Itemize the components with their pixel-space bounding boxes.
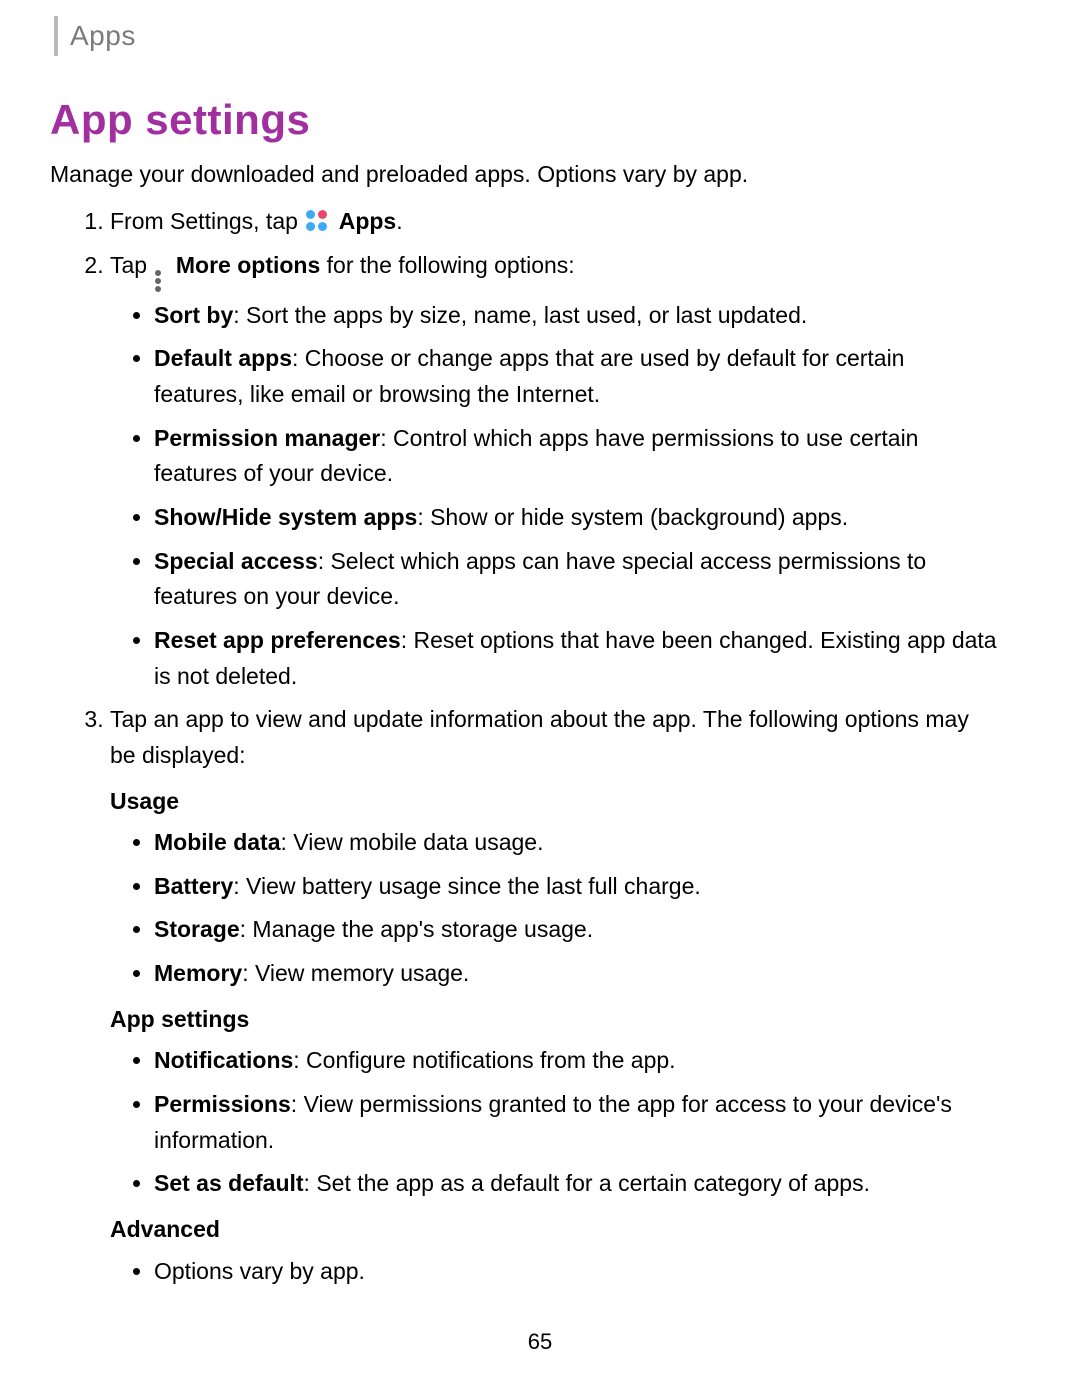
option-sort-by-title: Sort by (154, 302, 233, 328)
section-header-text: Apps (70, 20, 136, 52)
option-show-hide-title: Show/Hide system apps (154, 504, 417, 530)
usage-storage-title: Storage (154, 916, 240, 942)
step-2: Tap More options for the following optio… (110, 248, 1000, 694)
usage-battery-title: Battery (154, 873, 233, 899)
advanced-list: Options vary by app. (110, 1254, 1000, 1290)
step-1: From Settings, tap Apps. (110, 204, 1000, 240)
appset-permissions-title: Permissions (154, 1091, 291, 1117)
app-settings-heading: App settings (110, 1002, 1000, 1038)
appset-permissions: Permissions: View permissions granted to… (154, 1087, 1000, 1158)
advanced-item-text: Options vary by app. (154, 1258, 365, 1284)
step-3: Tap an app to view and update informatio… (110, 702, 1000, 1289)
intro-text: Manage your downloaded and preloaded app… (50, 158, 1000, 190)
appset-set-default: Set as default: Set the app as a default… (154, 1166, 1000, 1202)
step-3-text: Tap an app to view and update informatio… (110, 706, 969, 768)
option-show-hide: Show/Hide system apps: Show or hide syst… (154, 500, 1000, 536)
option-show-hide-desc: : Show or hide system (background) apps. (417, 504, 848, 530)
option-default-apps-title: Default apps (154, 345, 292, 371)
usage-mobile-data: Mobile data: View mobile data usage. (154, 825, 1000, 861)
option-reset-prefs: Reset app preferences: Reset options tha… (154, 623, 1000, 694)
usage-heading: Usage (110, 784, 1000, 820)
option-default-apps: Default apps: Choose or change apps that… (154, 341, 1000, 412)
advanced-item: Options vary by app. (154, 1254, 1000, 1290)
option-reset-prefs-title: Reset app preferences (154, 627, 401, 653)
appset-notifications: Notifications: Configure notifications f… (154, 1043, 1000, 1079)
usage-storage-desc: : Manage the app's storage usage. (240, 916, 593, 942)
page-number: 65 (0, 1329, 1080, 1355)
usage-battery-desc: : View battery usage since the last full… (233, 873, 701, 899)
step-2-tail: for the following options: (320, 252, 574, 278)
appset-set-default-desc: : Set the app as a default for a certain… (304, 1170, 870, 1196)
usage-memory: Memory: View memory usage. (154, 956, 1000, 992)
usage-battery: Battery: View battery usage since the la… (154, 869, 1000, 905)
usage-mobile-data-desc: : View mobile data usage. (281, 829, 544, 855)
option-special-access-title: Special access (154, 548, 318, 574)
step-2-pre: Tap (110, 252, 147, 278)
more-options-icon (155, 270, 163, 292)
usage-memory-title: Memory (154, 960, 242, 986)
option-special-access: Special access: Select which apps can ha… (154, 544, 1000, 615)
option-permission-manager-title: Permission manager (154, 425, 380, 451)
step-2-more-label: More options (176, 252, 320, 278)
step-1-pre: From Settings, tap (110, 208, 298, 234)
apps-grid-icon (306, 210, 328, 232)
advanced-heading: Advanced (110, 1212, 1000, 1248)
steps-list: From Settings, tap Apps. Tap More option… (50, 204, 1000, 1289)
usage-memory-desc: : View memory usage. (242, 960, 469, 986)
step-1-tail: . (396, 208, 402, 234)
manual-page: Apps App settings Manage your downloaded… (0, 0, 1080, 1397)
usage-mobile-data-title: Mobile data (154, 829, 281, 855)
appset-notifications-desc: : Configure notifications from the app. (293, 1047, 675, 1073)
page-title: App settings (50, 96, 1000, 144)
header-bar-icon (54, 16, 58, 56)
usage-list: Mobile data: View mobile data usage. Bat… (110, 825, 1000, 992)
step-1-apps-label: Apps (339, 208, 397, 234)
option-permission-manager: Permission manager: Control which apps h… (154, 421, 1000, 492)
appset-set-default-title: Set as default (154, 1170, 304, 1196)
usage-storage: Storage: Manage the app's storage usage. (154, 912, 1000, 948)
more-options-list: Sort by: Sort the apps by size, name, la… (110, 298, 1000, 694)
appset-notifications-title: Notifications (154, 1047, 293, 1073)
app-settings-list: Notifications: Configure notifications f… (110, 1043, 1000, 1202)
option-sort-by: Sort by: Sort the apps by size, name, la… (154, 298, 1000, 334)
section-header: Apps (54, 16, 1000, 56)
option-sort-by-desc: : Sort the apps by size, name, last used… (233, 302, 807, 328)
